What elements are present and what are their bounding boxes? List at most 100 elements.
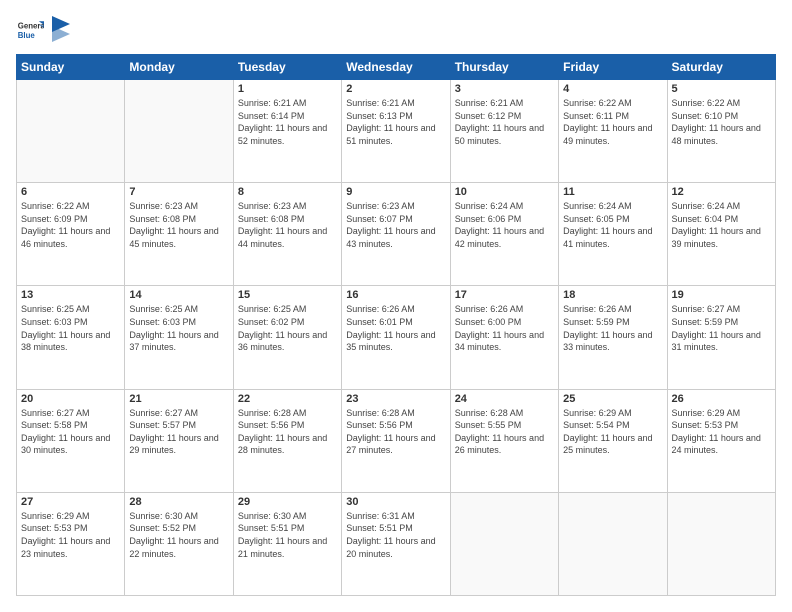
calendar-cell: 19 Sunrise: 6:27 AMSunset: 5:59 PMDaylig… <box>667 286 775 389</box>
weekday-header-sunday: Sunday <box>17 55 125 80</box>
day-number: 30 <box>346 496 445 508</box>
day-number: 27 <box>21 496 120 508</box>
logo: General Blue <box>16 16 70 44</box>
logo-icon: General Blue <box>16 16 44 44</box>
calendar-cell <box>450 492 558 595</box>
calendar-cell: 6 Sunrise: 6:22 AMSunset: 6:09 PMDayligh… <box>17 183 125 286</box>
calendar-cell: 1 Sunrise: 6:21 AMSunset: 6:14 PMDayligh… <box>233 80 341 183</box>
day-info: Sunrise: 6:29 AMSunset: 5:53 PMDaylight:… <box>672 407 771 457</box>
calendar-cell <box>17 80 125 183</box>
calendar-cell: 23 Sunrise: 6:28 AMSunset: 5:56 PMDaylig… <box>342 389 450 492</box>
day-number: 18 <box>563 289 662 301</box>
day-info: Sunrise: 6:27 AMSunset: 5:57 PMDaylight:… <box>129 407 228 457</box>
weekday-header-tuesday: Tuesday <box>233 55 341 80</box>
calendar-cell <box>125 80 233 183</box>
calendar-table: SundayMondayTuesdayWednesdayThursdayFrid… <box>16 54 776 596</box>
calendar-cell: 11 Sunrise: 6:24 AMSunset: 6:05 PMDaylig… <box>559 183 667 286</box>
day-number: 7 <box>129 186 228 198</box>
day-info: Sunrise: 6:24 AMSunset: 6:05 PMDaylight:… <box>563 200 662 250</box>
day-number: 22 <box>238 393 337 405</box>
calendar-cell: 17 Sunrise: 6:26 AMSunset: 6:00 PMDaylig… <box>450 286 558 389</box>
day-info: Sunrise: 6:24 AMSunset: 6:04 PMDaylight:… <box>672 200 771 250</box>
day-number: 26 <box>672 393 771 405</box>
day-number: 24 <box>455 393 554 405</box>
svg-text:General: General <box>18 21 44 30</box>
day-info: Sunrise: 6:21 AMSunset: 6:13 PMDaylight:… <box>346 97 445 147</box>
calendar-cell: 2 Sunrise: 6:21 AMSunset: 6:13 PMDayligh… <box>342 80 450 183</box>
calendar-cell: 8 Sunrise: 6:23 AMSunset: 6:08 PMDayligh… <box>233 183 341 286</box>
calendar-cell: 4 Sunrise: 6:22 AMSunset: 6:11 PMDayligh… <box>559 80 667 183</box>
day-number: 19 <box>672 289 771 301</box>
svg-text:Blue: Blue <box>18 31 36 40</box>
day-info: Sunrise: 6:22 AMSunset: 6:09 PMDaylight:… <box>21 200 120 250</box>
day-number: 1 <box>238 83 337 95</box>
day-info: Sunrise: 6:28 AMSunset: 5:56 PMDaylight:… <box>346 407 445 457</box>
day-number: 21 <box>129 393 228 405</box>
calendar-cell: 14 Sunrise: 6:25 AMSunset: 6:03 PMDaylig… <box>125 286 233 389</box>
weekday-header-thursday: Thursday <box>450 55 558 80</box>
day-number: 4 <box>563 83 662 95</box>
weekday-header-wednesday: Wednesday <box>342 55 450 80</box>
day-info: Sunrise: 6:31 AMSunset: 5:51 PMDaylight:… <box>346 510 445 560</box>
calendar-cell: 25 Sunrise: 6:29 AMSunset: 5:54 PMDaylig… <box>559 389 667 492</box>
week-row-3: 13 Sunrise: 6:25 AMSunset: 6:03 PMDaylig… <box>17 286 776 389</box>
day-number: 13 <box>21 289 120 301</box>
day-info: Sunrise: 6:30 AMSunset: 5:52 PMDaylight:… <box>129 510 228 560</box>
day-number: 8 <box>238 186 337 198</box>
week-row-2: 6 Sunrise: 6:22 AMSunset: 6:09 PMDayligh… <box>17 183 776 286</box>
week-row-4: 20 Sunrise: 6:27 AMSunset: 5:58 PMDaylig… <box>17 389 776 492</box>
day-info: Sunrise: 6:22 AMSunset: 6:11 PMDaylight:… <box>563 97 662 147</box>
day-info: Sunrise: 6:23 AMSunset: 6:08 PMDaylight:… <box>129 200 228 250</box>
calendar-cell: 3 Sunrise: 6:21 AMSunset: 6:12 PMDayligh… <box>450 80 558 183</box>
day-info: Sunrise: 6:25 AMSunset: 6:02 PMDaylight:… <box>238 303 337 353</box>
calendar-cell: 15 Sunrise: 6:25 AMSunset: 6:02 PMDaylig… <box>233 286 341 389</box>
day-info: Sunrise: 6:23 AMSunset: 6:08 PMDaylight:… <box>238 200 337 250</box>
calendar-cell: 7 Sunrise: 6:23 AMSunset: 6:08 PMDayligh… <box>125 183 233 286</box>
calendar-cell: 26 Sunrise: 6:29 AMSunset: 5:53 PMDaylig… <box>667 389 775 492</box>
day-number: 9 <box>346 186 445 198</box>
day-info: Sunrise: 6:28 AMSunset: 5:55 PMDaylight:… <box>455 407 554 457</box>
week-row-5: 27 Sunrise: 6:29 AMSunset: 5:53 PMDaylig… <box>17 492 776 595</box>
weekday-header-row: SundayMondayTuesdayWednesdayThursdayFrid… <box>17 55 776 80</box>
weekday-header-friday: Friday <box>559 55 667 80</box>
calendar-cell: 10 Sunrise: 6:24 AMSunset: 6:06 PMDaylig… <box>450 183 558 286</box>
day-number: 25 <box>563 393 662 405</box>
day-info: Sunrise: 6:25 AMSunset: 6:03 PMDaylight:… <box>129 303 228 353</box>
day-number: 20 <box>21 393 120 405</box>
day-number: 29 <box>238 496 337 508</box>
calendar-cell: 22 Sunrise: 6:28 AMSunset: 5:56 PMDaylig… <box>233 389 341 492</box>
day-number: 28 <box>129 496 228 508</box>
day-info: Sunrise: 6:22 AMSunset: 6:10 PMDaylight:… <box>672 97 771 147</box>
calendar-cell: 24 Sunrise: 6:28 AMSunset: 5:55 PMDaylig… <box>450 389 558 492</box>
calendar-cell: 16 Sunrise: 6:26 AMSunset: 6:01 PMDaylig… <box>342 286 450 389</box>
day-info: Sunrise: 6:23 AMSunset: 6:07 PMDaylight:… <box>346 200 445 250</box>
day-number: 16 <box>346 289 445 301</box>
day-number: 10 <box>455 186 554 198</box>
day-info: Sunrise: 6:25 AMSunset: 6:03 PMDaylight:… <box>21 303 120 353</box>
calendar-cell: 12 Sunrise: 6:24 AMSunset: 6:04 PMDaylig… <box>667 183 775 286</box>
day-info: Sunrise: 6:26 AMSunset: 6:01 PMDaylight:… <box>346 303 445 353</box>
calendar-cell: 9 Sunrise: 6:23 AMSunset: 6:07 PMDayligh… <box>342 183 450 286</box>
day-number: 14 <box>129 289 228 301</box>
day-info: Sunrise: 6:26 AMSunset: 6:00 PMDaylight:… <box>455 303 554 353</box>
calendar-cell: 27 Sunrise: 6:29 AMSunset: 5:53 PMDaylig… <box>17 492 125 595</box>
page: General Blue SundayMondayTuesdayWednesda… <box>0 0 792 612</box>
day-info: Sunrise: 6:27 AMSunset: 5:58 PMDaylight:… <box>21 407 120 457</box>
day-number: 6 <box>21 186 120 198</box>
day-info: Sunrise: 6:28 AMSunset: 5:56 PMDaylight:… <box>238 407 337 457</box>
day-number: 23 <box>346 393 445 405</box>
calendar-cell <box>667 492 775 595</box>
weekday-header-saturday: Saturday <box>667 55 775 80</box>
day-info: Sunrise: 6:27 AMSunset: 5:59 PMDaylight:… <box>672 303 771 353</box>
day-info: Sunrise: 6:29 AMSunset: 5:54 PMDaylight:… <box>563 407 662 457</box>
day-number: 3 <box>455 83 554 95</box>
day-number: 11 <box>563 186 662 198</box>
calendar-cell: 28 Sunrise: 6:30 AMSunset: 5:52 PMDaylig… <box>125 492 233 595</box>
calendar-cell: 18 Sunrise: 6:26 AMSunset: 5:59 PMDaylig… <box>559 286 667 389</box>
calendar-cell: 21 Sunrise: 6:27 AMSunset: 5:57 PMDaylig… <box>125 389 233 492</box>
day-number: 5 <box>672 83 771 95</box>
day-info: Sunrise: 6:21 AMSunset: 6:14 PMDaylight:… <box>238 97 337 147</box>
calendar-cell: 20 Sunrise: 6:27 AMSunset: 5:58 PMDaylig… <box>17 389 125 492</box>
header: General Blue <box>16 16 776 44</box>
calendar-cell: 30 Sunrise: 6:31 AMSunset: 5:51 PMDaylig… <box>342 492 450 595</box>
